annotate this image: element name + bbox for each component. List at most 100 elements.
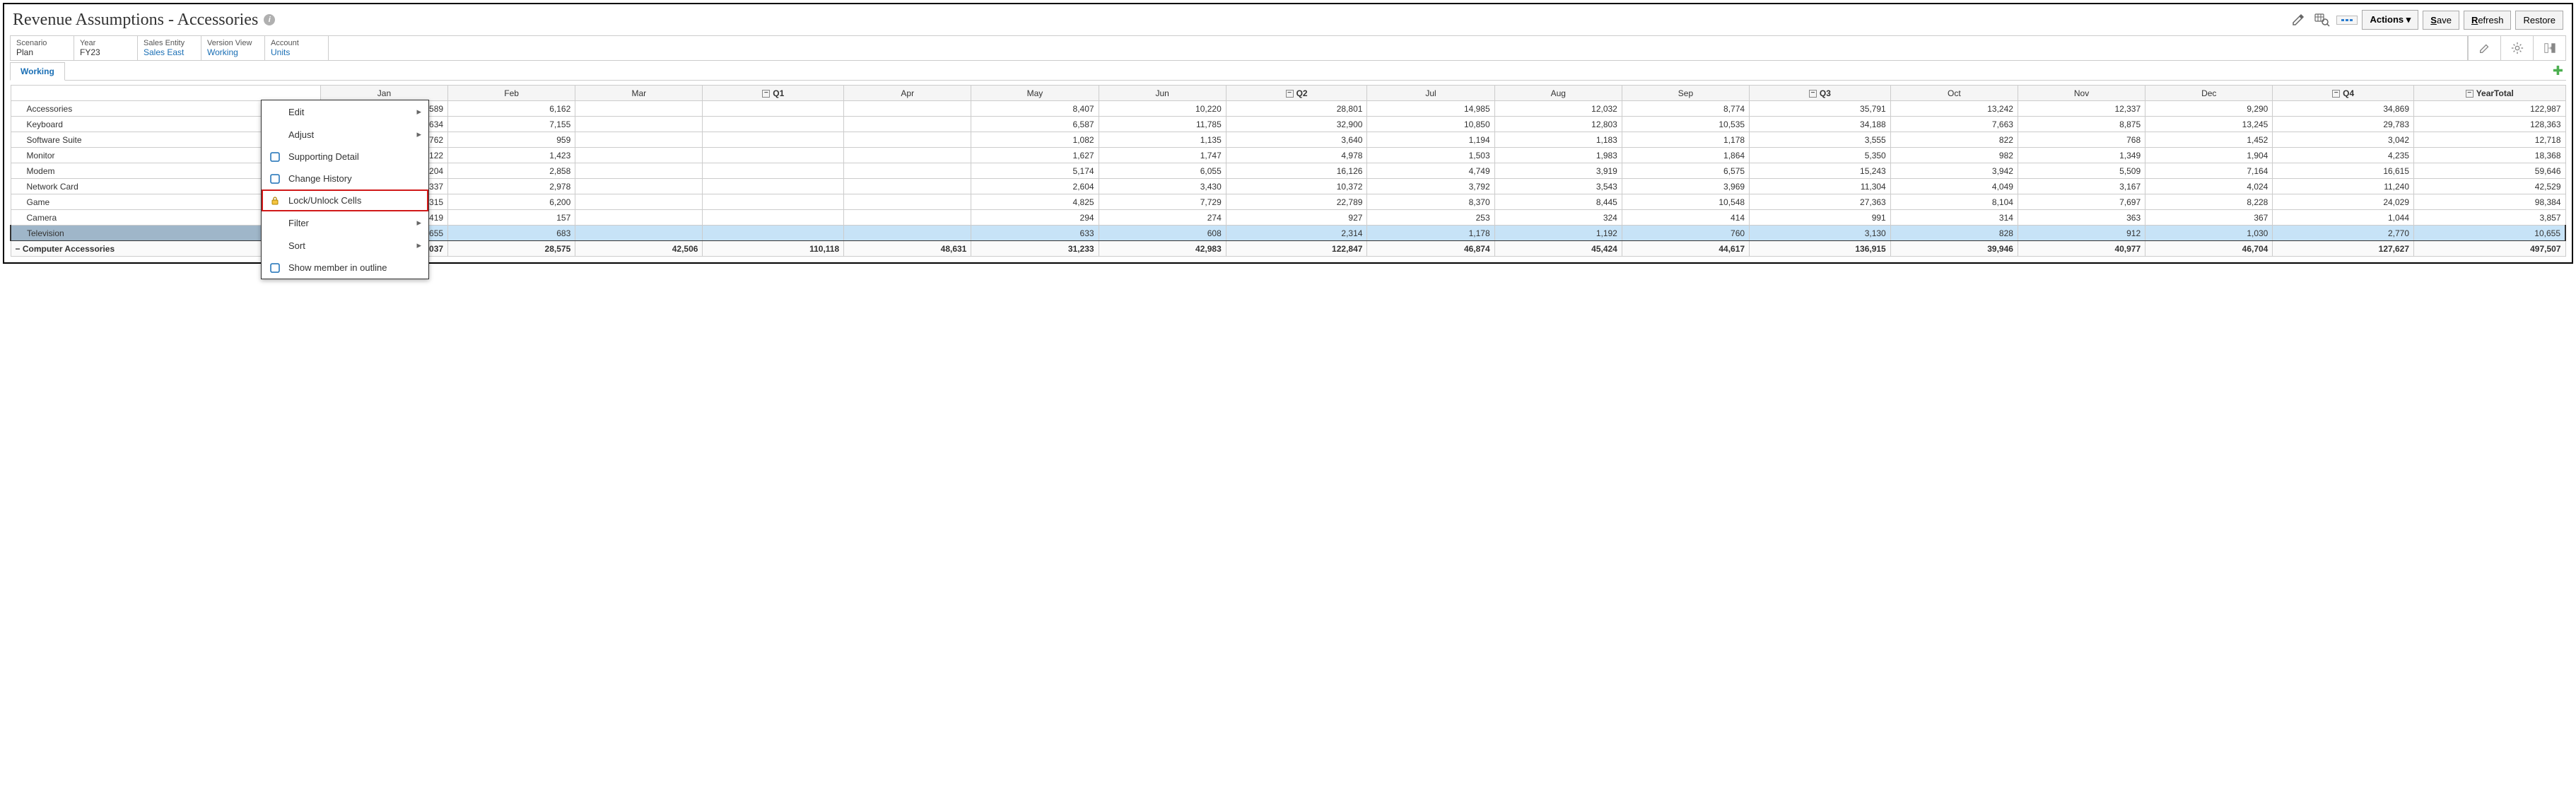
data-cell[interactable]: 1,452 bbox=[2145, 132, 2273, 148]
data-cell[interactable]: 3,042 bbox=[2273, 132, 2414, 148]
data-cell[interactable] bbox=[575, 148, 703, 163]
data-cell[interactable]: 7,663 bbox=[1890, 117, 2018, 132]
data-cell[interactable]: 46,704 bbox=[2145, 241, 2273, 257]
data-cell[interactable] bbox=[703, 148, 844, 163]
data-cell[interactable]: 4,825 bbox=[971, 194, 1099, 210]
data-cell[interactable]: 8,774 bbox=[1622, 101, 1749, 117]
collapse-icon[interactable]: − bbox=[2332, 90, 2340, 98]
data-cell[interactable]: 1,503 bbox=[1367, 148, 1494, 163]
data-cell[interactable]: 32,900 bbox=[1226, 117, 1367, 132]
data-cell[interactable]: 1,183 bbox=[1494, 132, 1622, 148]
data-cell[interactable]: 3,640 bbox=[1226, 132, 1367, 148]
data-cell[interactable]: 42,529 bbox=[2414, 179, 2565, 194]
col-header[interactable]: Apr bbox=[844, 86, 971, 101]
data-cell[interactable]: 4,235 bbox=[2273, 148, 2414, 163]
data-cell[interactable] bbox=[703, 132, 844, 148]
data-cell[interactable]: 683 bbox=[448, 226, 575, 241]
data-cell[interactable] bbox=[844, 117, 971, 132]
context-menu-item[interactable]: Adjust▸ bbox=[262, 123, 428, 146]
data-cell[interactable]: 8,407 bbox=[971, 101, 1099, 117]
data-cell[interactable]: 122,987 bbox=[2414, 101, 2565, 117]
data-cell[interactable] bbox=[703, 194, 844, 210]
data-cell[interactable]: 6,200 bbox=[448, 194, 575, 210]
data-cell[interactable]: 110,118 bbox=[703, 241, 844, 257]
data-cell[interactable]: 6,587 bbox=[971, 117, 1099, 132]
context-menu-item[interactable]: Lock/Unlock Cells bbox=[262, 189, 428, 211]
data-cell[interactable]: 6,575 bbox=[1622, 163, 1749, 179]
save-button[interactable]: Save bbox=[2423, 11, 2459, 30]
data-cell[interactable] bbox=[575, 132, 703, 148]
data-cell[interactable]: 1,082 bbox=[971, 132, 1099, 148]
data-cell[interactable]: 760 bbox=[1622, 226, 1749, 241]
data-cell[interactable]: 8,228 bbox=[2145, 194, 2273, 210]
data-cell[interactable]: 3,919 bbox=[1494, 163, 1622, 179]
data-cell[interactable]: 11,785 bbox=[1099, 117, 1226, 132]
context-menu-item[interactable]: Supporting Detail bbox=[262, 146, 428, 168]
col-header[interactable]: Dec bbox=[2145, 86, 2273, 101]
data-cell[interactable] bbox=[703, 163, 844, 179]
data-cell[interactable]: 48,631 bbox=[844, 241, 971, 257]
data-cell[interactable]: 9,290 bbox=[2145, 101, 2273, 117]
data-cell[interactable]: 6,162 bbox=[448, 101, 575, 117]
data-cell[interactable]: 912 bbox=[2018, 226, 2145, 241]
data-cell[interactable]: 274 bbox=[1099, 210, 1226, 226]
data-cell[interactable] bbox=[844, 210, 971, 226]
data-cell[interactable]: 10,535 bbox=[1622, 117, 1749, 132]
data-cell[interactable]: 3,555 bbox=[1750, 132, 1891, 148]
context-menu-item[interactable]: Sort▸ bbox=[262, 234, 428, 257]
data-cell[interactable] bbox=[703, 117, 844, 132]
data-cell[interactable]: 40,977 bbox=[2018, 241, 2145, 257]
info-icon[interactable]: i bbox=[264, 14, 275, 25]
data-cell[interactable]: 1,423 bbox=[448, 148, 575, 163]
data-cell[interactable]: 4,749 bbox=[1367, 163, 1494, 179]
data-cell[interactable]: 2,770 bbox=[2273, 226, 2414, 241]
data-cell[interactable]: 35,791 bbox=[1750, 101, 1891, 117]
data-cell[interactable]: 822 bbox=[1890, 132, 2018, 148]
data-cell[interactable] bbox=[844, 179, 971, 194]
restore-button[interactable]: Restore bbox=[2515, 11, 2563, 30]
more-options-button[interactable] bbox=[2336, 16, 2358, 25]
data-cell[interactable]: 46,874 bbox=[1367, 241, 1494, 257]
data-cell[interactable]: 828 bbox=[1890, 226, 2018, 241]
data-cell[interactable]: 10,850 bbox=[1367, 117, 1494, 132]
pov-sales-entity[interactable]: Sales Entity Sales East bbox=[138, 36, 201, 60]
data-cell[interactable] bbox=[703, 179, 844, 194]
pov-account[interactable]: Account Units bbox=[265, 36, 329, 60]
data-cell[interactable]: 1,983 bbox=[1494, 148, 1622, 163]
data-cell[interactable]: 5,509 bbox=[2018, 163, 2145, 179]
data-cell[interactable]: 4,024 bbox=[2145, 179, 2273, 194]
data-cell[interactable]: 10,548 bbox=[1622, 194, 1749, 210]
data-cell[interactable]: 1,044 bbox=[2273, 210, 2414, 226]
data-cell[interactable]: 59,646 bbox=[2414, 163, 2565, 179]
data-cell[interactable]: 5,174 bbox=[971, 163, 1099, 179]
col-header[interactable]: Nov bbox=[2018, 86, 2145, 101]
data-cell[interactable]: 253 bbox=[1367, 210, 1494, 226]
pov-edit-icon[interactable] bbox=[2468, 36, 2500, 60]
data-cell[interactable]: 98,384 bbox=[2414, 194, 2565, 210]
data-cell[interactable]: 3,130 bbox=[1750, 226, 1891, 241]
data-cell[interactable] bbox=[703, 210, 844, 226]
data-cell[interactable]: 34,869 bbox=[2273, 101, 2414, 117]
data-cell[interactable]: 4,978 bbox=[1226, 148, 1367, 163]
data-cell[interactable]: 42,506 bbox=[575, 241, 703, 257]
data-cell[interactable]: 22,789 bbox=[1226, 194, 1367, 210]
data-cell[interactable]: 45,424 bbox=[1494, 241, 1622, 257]
collapse-icon[interactable]: − bbox=[1286, 90, 1294, 98]
data-cell[interactable]: 1,747 bbox=[1099, 148, 1226, 163]
col-header[interactable]: May bbox=[971, 86, 1099, 101]
data-cell[interactable]: 1,627 bbox=[971, 148, 1099, 163]
data-cell[interactable]: 44,617 bbox=[1622, 241, 1749, 257]
data-cell[interactable]: 14,985 bbox=[1367, 101, 1494, 117]
data-cell[interactable]: 13,242 bbox=[1890, 101, 2018, 117]
data-cell[interactable]: 3,857 bbox=[2414, 210, 2565, 226]
data-cell[interactable] bbox=[844, 132, 971, 148]
data-cell[interactable]: 2,314 bbox=[1226, 226, 1367, 241]
data-cell[interactable]: 3,167 bbox=[2018, 179, 2145, 194]
pov-scenario[interactable]: Scenario Plan bbox=[11, 36, 74, 60]
data-cell[interactable]: 2,604 bbox=[971, 179, 1099, 194]
data-cell[interactable]: 2,858 bbox=[448, 163, 575, 179]
data-cell[interactable] bbox=[575, 210, 703, 226]
data-cell[interactable]: 959 bbox=[448, 132, 575, 148]
data-cell[interactable]: 6,055 bbox=[1099, 163, 1226, 179]
data-cell[interactable] bbox=[575, 179, 703, 194]
